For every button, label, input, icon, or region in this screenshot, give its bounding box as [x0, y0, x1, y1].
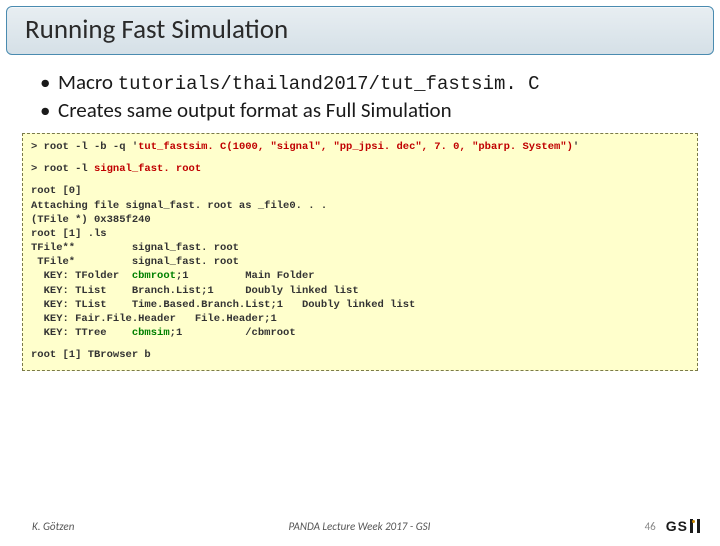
- footer-center: PANDA Lecture Week 2017 - GSI: [74, 520, 644, 533]
- footer: K. Götzen PANDA Lecture Week 2017 - GSI …: [0, 518, 720, 534]
- bullet-text: Creates same output format as Full Simul…: [58, 97, 452, 123]
- bullet-dot-icon: •: [40, 69, 58, 95]
- term-highlight: tut_fastsim. C(1000, "signal", "pp_jpsi.…: [138, 141, 573, 153]
- title-bar: Running Fast Simulation: [6, 6, 714, 55]
- term-text: > root -l: [31, 163, 94, 175]
- bullet-dot-icon: •: [40, 97, 58, 123]
- slide-title: Running Fast Simulation: [25, 13, 695, 46]
- term-highlight: cbmroot: [132, 270, 176, 282]
- term-text: ': [573, 141, 579, 153]
- term-text: ;1 /cbmroot: [170, 327, 296, 339]
- term-text: root [1] TBrowser b: [31, 349, 151, 361]
- term-highlight: cbmsim: [132, 327, 170, 339]
- terminal-block: > root -l -b -q 'tut_fastsim. C(1000, "s…: [22, 133, 698, 371]
- logo-dot-icon: [692, 520, 695, 523]
- logo-text: GS: [666, 518, 688, 534]
- content-area: • Macro tutorials/thailand2017/tut_fasts…: [0, 55, 720, 123]
- term-highlight: signal_fast. root: [94, 163, 201, 175]
- bullet-text: Macro: [58, 69, 118, 95]
- term-text: > root -l -b -q ': [31, 141, 138, 153]
- bullet-item: • Creates same output format as Full Sim…: [40, 97, 688, 123]
- bullet-list: • Macro tutorials/thailand2017/tut_fasts…: [40, 69, 688, 123]
- page-number: 46: [645, 520, 656, 533]
- gsi-logo: GS: [666, 518, 700, 534]
- footer-author: K. Götzen: [32, 520, 74, 533]
- logo-bar-icon: [697, 519, 700, 533]
- term-text: root [0] Attaching file signal_fast. roo…: [31, 185, 327, 282]
- bullet-item: • Macro tutorials/thailand2017/tut_fasts…: [40, 69, 688, 95]
- bullet-code: tutorials/thailand2017/tut_fastsim. C: [118, 73, 540, 95]
